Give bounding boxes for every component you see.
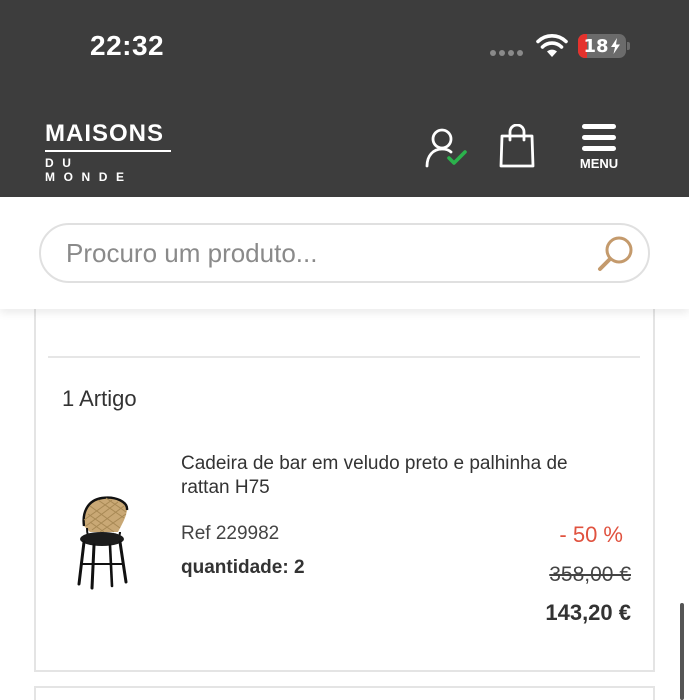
items-count-title: 1 Artigo (62, 386, 137, 411)
battery-indicator: 18 (578, 34, 626, 58)
logo-text-top: MAISONS (45, 120, 165, 147)
cellular-signal-icon (490, 50, 523, 56)
user-check-icon[interactable] (424, 126, 468, 170)
divider (48, 356, 640, 358)
scrollbar[interactable] (680, 603, 684, 700)
hamburger-icon (579, 121, 619, 155)
battery-tip (627, 42, 630, 50)
product-quantity: quantidade: 2 (181, 557, 305, 578)
search-bar-area (0, 197, 689, 309)
top-header: 22:32 18 MAISONS DU MONDE MENU (0, 0, 689, 197)
logo-text-bottom: DU MONDE (45, 156, 133, 184)
product-reference: Ref 229982 (181, 523, 280, 544)
final-price: 143,20 € (545, 600, 631, 625)
maisons-du-monde-logo[interactable]: MAISONS DU MONDE (45, 121, 173, 184)
product-name[interactable]: Cadeira de bar em veludo preto e palhinh… (181, 452, 611, 500)
search-icon[interactable] (595, 233, 637, 275)
original-price: 358,00 € (549, 563, 631, 586)
search-input[interactable] (66, 225, 586, 281)
battery-percentage: 18 (583, 35, 609, 57)
wifi-icon (536, 34, 568, 57)
bar-chair-image[interactable] (70, 492, 134, 590)
charging-bolt-icon (610, 38, 620, 54)
status-time: 22:32 (90, 30, 165, 61)
next-section-card (34, 686, 655, 700)
menu-label: MENU (579, 156, 619, 171)
discount-badge: - 50 % (559, 522, 623, 547)
search-box[interactable] (39, 223, 650, 283)
logo-divider (45, 150, 171, 152)
shopping-bag-icon[interactable] (498, 124, 536, 168)
menu-button[interactable]: MENU (576, 121, 622, 173)
